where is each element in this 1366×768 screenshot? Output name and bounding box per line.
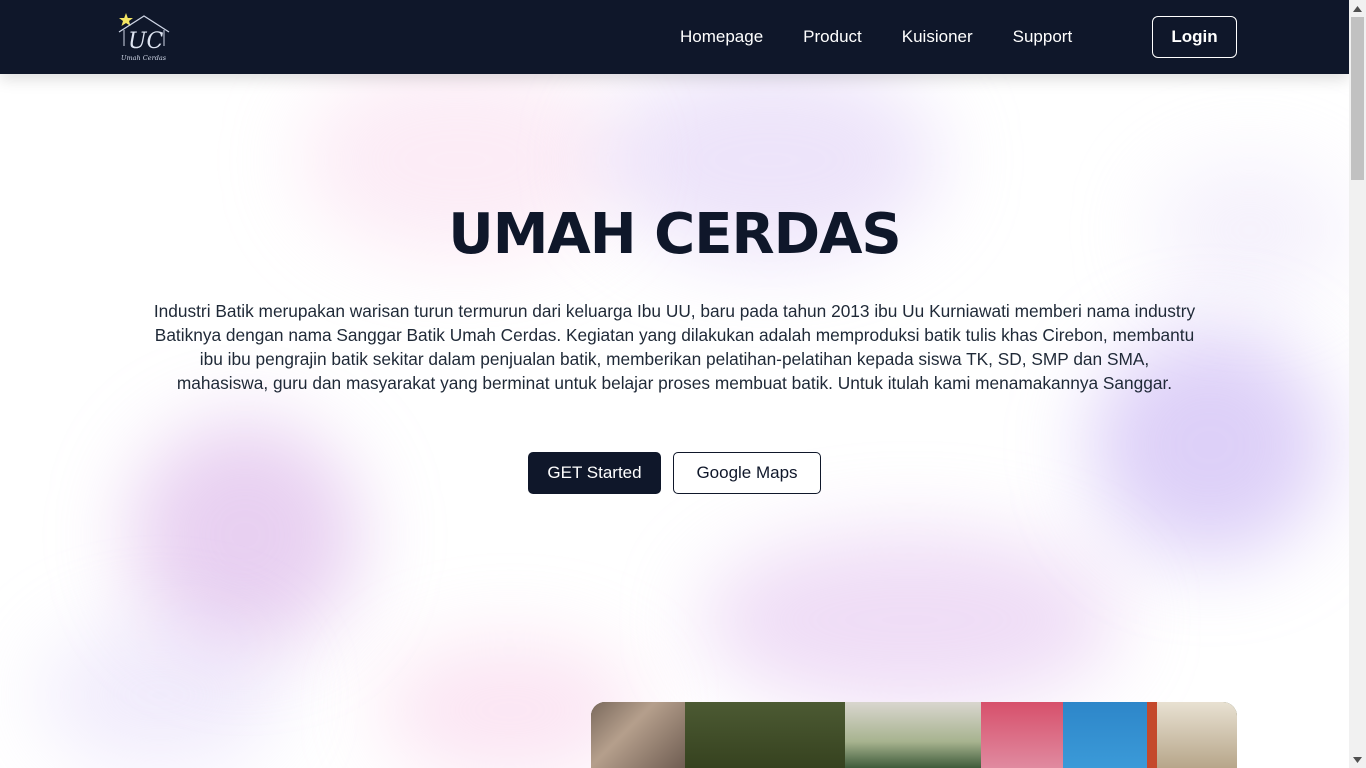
scroll-down-arrow-icon[interactable]	[1349, 751, 1366, 768]
storefront-photo	[591, 702, 1237, 768]
svg-text:Umah Cerdas: Umah Cerdas	[121, 54, 167, 62]
scroll-thumb[interactable]	[1351, 17, 1364, 180]
nav-kuisioner[interactable]: Kuisioner	[902, 27, 973, 47]
nav-support[interactable]: Support	[1013, 27, 1073, 47]
scroll-up-arrow-icon[interactable]	[1349, 0, 1366, 17]
nav-homepage[interactable]: Homepage	[680, 27, 763, 47]
google-maps-button[interactable]: Google Maps	[673, 452, 821, 494]
svg-text:UC: UC	[128, 29, 164, 54]
login-button[interactable]: Login	[1152, 16, 1237, 58]
hero-title: UMAH CERDAS	[448, 202, 902, 267]
get-started-button[interactable]: GET Started	[528, 452, 661, 494]
nav-product[interactable]: Product	[803, 27, 862, 47]
brand-logo[interactable]: UC Umah Cerdas	[114, 10, 172, 64]
page-scrollbar[interactable]	[1349, 0, 1366, 768]
hero-description: Industri Batik merupakan warisan turun t…	[153, 301, 1196, 393]
navbar: UC Umah Cerdas Homepage Product Kuisione…	[0, 0, 1349, 74]
main-nav: Homepage Product Kuisioner Support	[680, 0, 1112, 74]
